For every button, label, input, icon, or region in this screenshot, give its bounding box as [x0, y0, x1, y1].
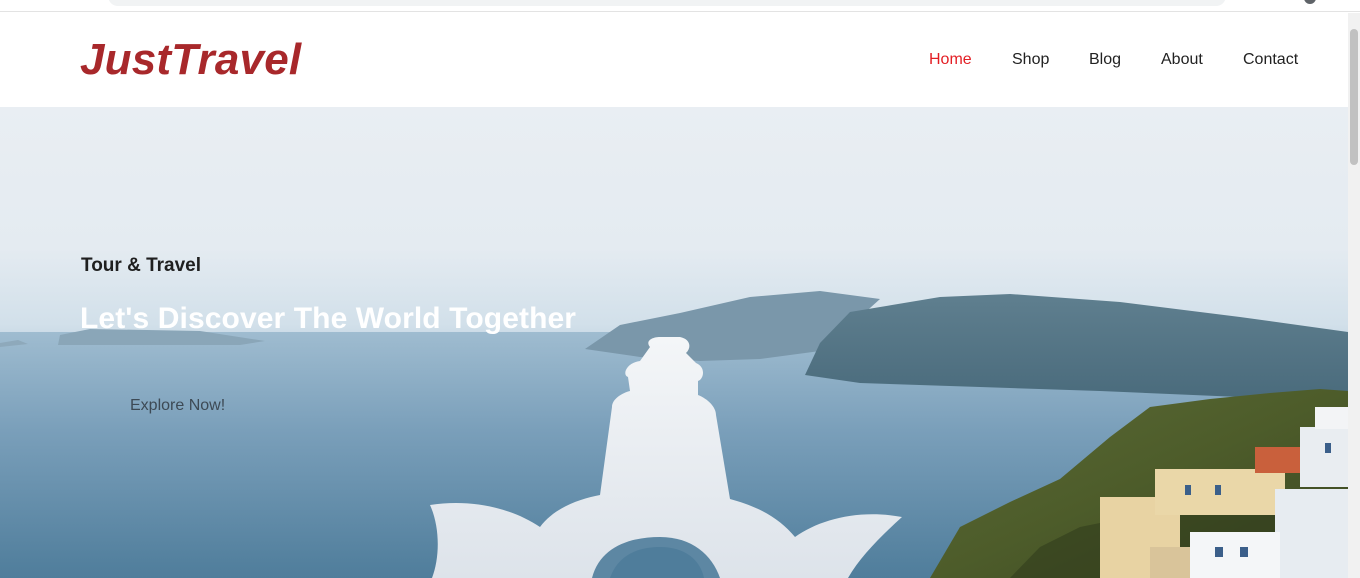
page-scrollbar[interactable] [1348, 13, 1360, 578]
hero-title: Let's Discover The World Together [80, 302, 577, 335]
explore-now-button[interactable]: Explore Now! [130, 396, 225, 416]
nav-item-shop[interactable]: Shop [1012, 49, 1049, 71]
nav-item-contact[interactable]: Contact [1243, 49, 1298, 71]
nav-item-blog[interactable]: Blog [1089, 49, 1121, 71]
main-nav: Home Shop Blog About Contact [0, 49, 1348, 71]
hero-kicker: Tour & Travel [81, 255, 202, 276]
hero-banner: Tour & Travel Let's Discover The World T… [0, 107, 1348, 578]
browser-address-bar[interactable] [108, 0, 1226, 6]
browser-profile-icon[interactable] [1304, 0, 1316, 4]
nav-item-home[interactable]: Home [929, 49, 972, 71]
site-header: JustTravel Home Shop Blog About Contact [0, 13, 1348, 107]
hero-background-image [0, 291, 1348, 578]
browser-chrome-strip [0, 0, 1360, 12]
nav-item-about[interactable]: About [1161, 49, 1203, 71]
scrollbar-thumb[interactable] [1350, 29, 1358, 165]
